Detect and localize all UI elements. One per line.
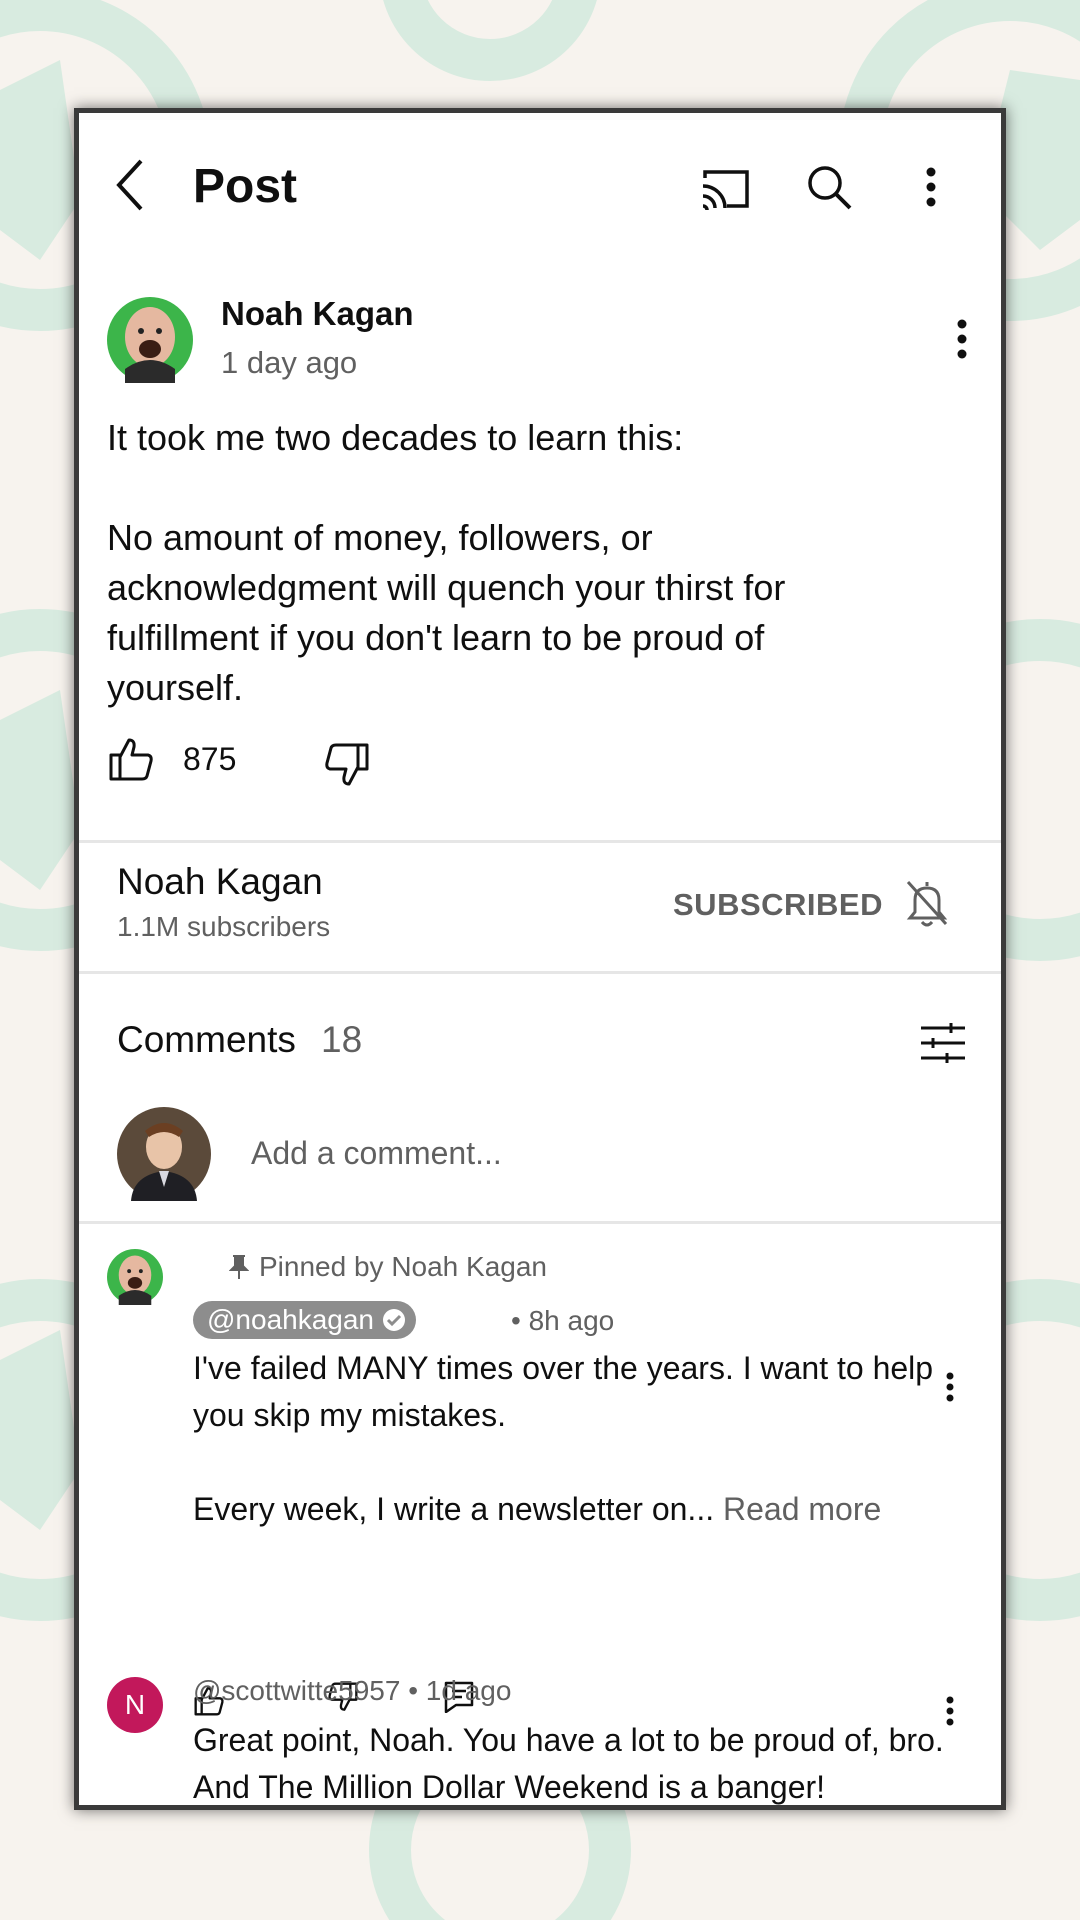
- divider: [79, 840, 1001, 843]
- divider: [79, 1221, 1001, 1224]
- comment-text-paragraph: Every week, I write a newsletter on... R…: [193, 1486, 973, 1533]
- comment-author-handle: @noahkagan: [207, 1304, 375, 1335]
- comment-author-handle-badge[interactable]: @noahkagan: [193, 1301, 417, 1339]
- cast-icon: [702, 170, 749, 210]
- filter-sliders-icon: [921, 1023, 965, 1063]
- like-count: 875: [183, 741, 237, 777]
- comment-author-handle[interactable]: @scottwitte5957: [193, 1675, 400, 1706]
- comment-text-truncated: Every week, I write a newsletter on...: [193, 1491, 715, 1527]
- phone-frame: Post Noah Kagan 1 day ago It took me two…: [74, 108, 1006, 1810]
- thumb-up-icon: [109, 738, 153, 781]
- notification-bell-button[interactable]: [899, 875, 955, 931]
- channel-subscriber-count: 1.1M subscribers: [117, 911, 331, 942]
- comment-avatar[interactable]: N: [107, 1677, 163, 1733]
- cast-button[interactable]: [695, 161, 755, 217]
- comment-time: • 8h ago: [511, 1305, 615, 1336]
- comment-text: I've failed MANY times over the years. I…: [193, 1345, 973, 1533]
- subscribed-button[interactable]: SUBSCRIBED: [673, 887, 883, 923]
- post-screen: Post Noah Kagan 1 day ago It took me two…: [79, 113, 1001, 1805]
- comment-sort-button[interactable]: [915, 1017, 971, 1069]
- comment-time: • 1d ago: [408, 1675, 512, 1706]
- bell-off-icon: [906, 880, 948, 927]
- current-user-avatar: [117, 1107, 211, 1201]
- channel-name[interactable]: Noah Kagan: [117, 861, 323, 903]
- more-vert-icon: [926, 167, 936, 207]
- read-more-link[interactable]: Read more: [723, 1491, 881, 1527]
- post-author-name[interactable]: Noah Kagan: [221, 295, 414, 333]
- post-body-line: It took me two decades to learn this:: [107, 417, 684, 458]
- comment-text: Great point, Noah. You have a lot to be …: [193, 1722, 944, 1805]
- verified-check-icon: [383, 1309, 406, 1331]
- back-arrow-icon: [116, 159, 143, 211]
- back-button[interactable]: [99, 153, 163, 217]
- post-more-button[interactable]: [947, 309, 977, 369]
- thumb-down-icon: [325, 743, 369, 786]
- comment-text-paragraph: I've failed MANY times over the years. I…: [193, 1350, 934, 1433]
- author-avatar[interactable]: [107, 297, 193, 383]
- comments-heading: Comments: [117, 1019, 296, 1060]
- like-button[interactable]: [103, 731, 159, 787]
- post-timestamp: 1 day ago: [221, 345, 358, 380]
- divider: [79, 971, 1001, 974]
- more-options-button[interactable]: [909, 157, 953, 217]
- post-body: It took me two decades to learn this: No…: [107, 413, 907, 713]
- pinned-label: Pinned by Noah Kagan: [259, 1251, 547, 1282]
- post-body-paragraph: No amount of money, followers, or acknow…: [107, 517, 786, 708]
- search-button[interactable]: [801, 159, 857, 215]
- page-title: Post: [193, 160, 298, 213]
- add-comment-input[interactable]: Add a comment...: [251, 1135, 502, 1172]
- more-vert-icon: [957, 319, 967, 359]
- dislike-button[interactable]: [319, 737, 375, 793]
- pinned-indicator: Pinned by Noah Kagan: [229, 1251, 547, 1283]
- comment-meta: @scottwitte5957 • 1d ago: [193, 1675, 511, 1707]
- pin-icon: [229, 1255, 249, 1279]
- comment-avatar[interactable]: [107, 1249, 163, 1305]
- search-icon: [808, 166, 852, 210]
- comments-count: 18: [321, 1019, 363, 1060]
